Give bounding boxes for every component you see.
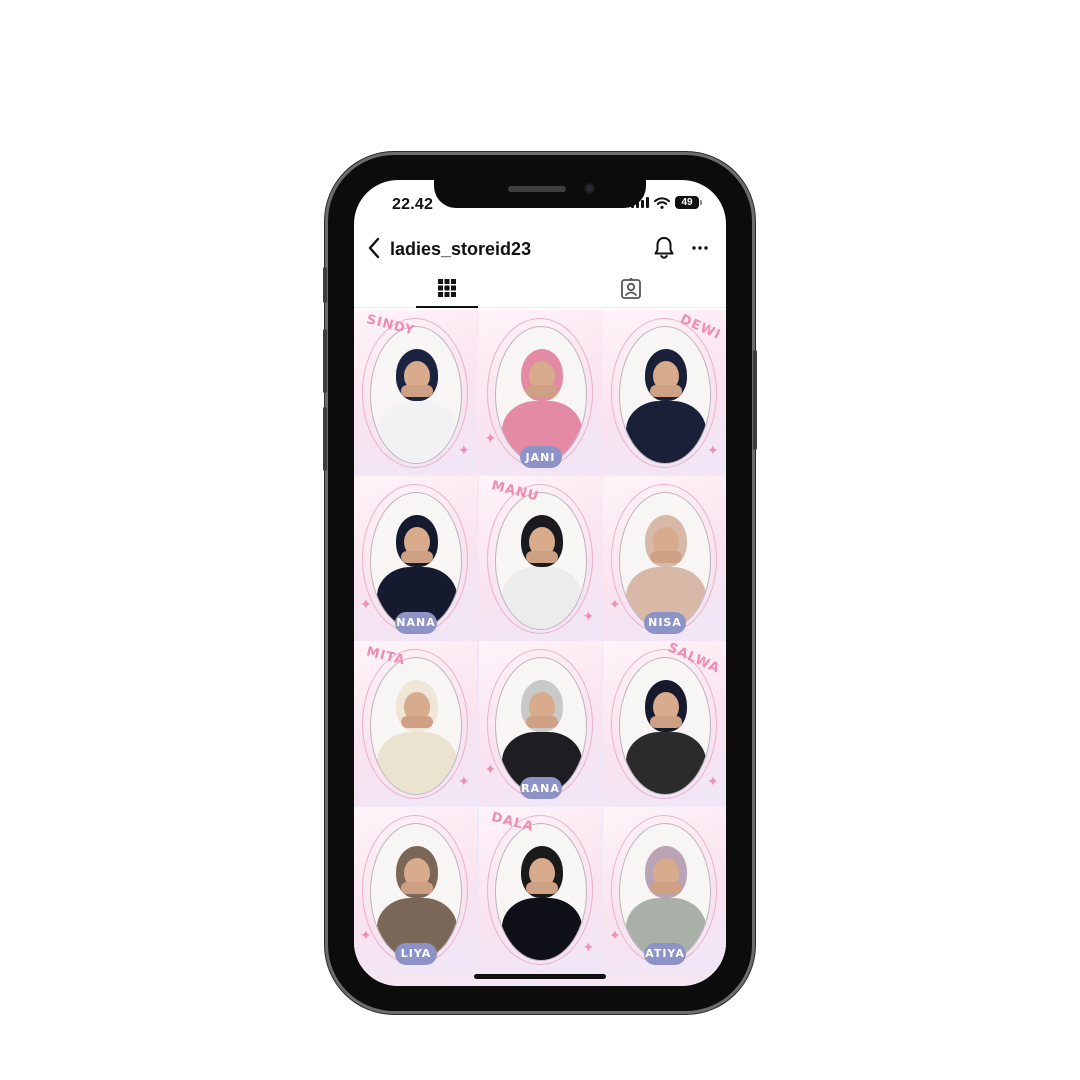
hands xyxy=(401,881,433,894)
tagged-icon xyxy=(621,278,641,299)
volume-down-button xyxy=(323,407,327,471)
post-thumbnail[interactable]: NISA ✦ xyxy=(603,475,726,640)
hands xyxy=(650,881,682,894)
sparkle-icon: ✦ xyxy=(609,595,621,612)
portrait-photo xyxy=(494,822,587,961)
speaker-grille xyxy=(508,186,566,192)
hands xyxy=(525,716,558,728)
portrait-photo xyxy=(370,822,462,961)
post-thumbnail[interactable]: ATIYA ✦ xyxy=(603,806,726,971)
portrait-photo xyxy=(619,657,711,795)
more-options-button[interactable] xyxy=(686,233,714,263)
portrait-photo xyxy=(494,657,587,795)
outfit xyxy=(377,401,457,463)
sparkle-icon: ✦ xyxy=(484,761,497,777)
post-thumbnail[interactable]: DALA ✦ xyxy=(478,806,602,971)
name-tag: NISA xyxy=(644,611,686,634)
sparkle-icon: ✦ xyxy=(360,926,372,943)
sparkle-icon: ✦ xyxy=(458,442,470,458)
bell-icon xyxy=(654,237,674,259)
tab-tagged[interactable] xyxy=(600,270,662,308)
outfit xyxy=(501,897,582,960)
back-button[interactable] xyxy=(362,234,386,262)
outfit xyxy=(626,401,706,463)
hands xyxy=(525,385,558,397)
sparkle-icon: ✦ xyxy=(484,430,497,446)
grid-icon xyxy=(438,279,456,297)
post-thumbnail[interactable]: LIYA ✦ xyxy=(354,806,477,971)
power-button xyxy=(753,350,757,450)
portrait-photo xyxy=(370,657,462,795)
post-thumbnail[interactable]: DEWI ✦ xyxy=(603,310,726,474)
sparkle-icon: ✦ xyxy=(582,607,595,624)
mute-switch xyxy=(323,267,327,303)
home-indicator[interactable] xyxy=(474,974,606,979)
volume-up-button xyxy=(323,329,327,393)
hands xyxy=(650,716,682,728)
name-tag: JANI xyxy=(519,446,562,468)
notch xyxy=(434,180,646,208)
portrait-photo xyxy=(494,326,587,464)
portrait-photo xyxy=(494,491,587,630)
profile-header: ladies_storeid23 xyxy=(354,230,726,270)
phone-screen: 22.42 49 ladies_storeid23 SINDY ✦ JANI ✦… xyxy=(354,180,726,986)
portrait-photo xyxy=(370,491,462,630)
post-thumbnail[interactable]: RANA ✦ xyxy=(478,641,602,805)
portrait-photo xyxy=(619,326,711,464)
tab-posts-grid[interactable] xyxy=(416,270,478,308)
name-tag: LIYA xyxy=(395,942,437,965)
post-thumbnail[interactable]: MANU ✦ xyxy=(478,475,602,640)
more-icon xyxy=(692,246,708,250)
back-arrow-icon xyxy=(368,237,380,259)
sparkle-icon: ✦ xyxy=(707,773,719,789)
hands xyxy=(525,550,558,563)
profile-username: ladies_storeid23 xyxy=(390,239,532,259)
post-thumbnail[interactable]: SINDY ✦ xyxy=(354,310,477,474)
notifications-button[interactable] xyxy=(650,233,678,263)
posts-grid: SINDY ✦ JANI ✦ DEWI ✦ NANA ✦ MANU ✦ NISA ✦ MITA ✦ RANA… xyxy=(354,310,726,986)
outfit xyxy=(626,732,706,794)
hands xyxy=(650,550,682,563)
outfit xyxy=(501,566,582,629)
name-tag: NANA xyxy=(395,611,437,634)
sparkle-icon: ✦ xyxy=(582,938,595,955)
portrait-photo xyxy=(619,491,711,630)
portrait-photo xyxy=(370,326,462,464)
hands xyxy=(401,550,433,563)
battery-icon: 49 xyxy=(675,196,702,209)
name-tag: RANA xyxy=(519,777,562,799)
name-tag: ATIYA xyxy=(644,942,686,965)
sparkle-icon: ✦ xyxy=(609,926,621,943)
status-time: 22.42 xyxy=(392,196,434,213)
post-thumbnail[interactable]: MITA ✦ xyxy=(354,641,477,805)
outfit xyxy=(377,732,457,794)
hands xyxy=(401,385,433,397)
sparkle-icon: ✦ xyxy=(458,773,470,789)
portrait-photo xyxy=(619,822,711,961)
post-thumbnail[interactable]: JANI ✦ xyxy=(478,310,602,474)
hands xyxy=(650,385,682,397)
phone-frame: 22.42 49 ladies_storeid23 SINDY ✦ JANI ✦… xyxy=(323,155,757,1011)
wifi-icon xyxy=(654,196,670,209)
post-thumbnail[interactable]: NANA ✦ xyxy=(354,475,477,640)
post-thumbnail[interactable]: SALWA ✦ xyxy=(603,641,726,805)
hands xyxy=(401,716,433,728)
hands xyxy=(525,881,558,894)
battery-level: 49 xyxy=(675,196,699,209)
sparkle-icon: ✦ xyxy=(707,442,719,458)
sparkle-icon: ✦ xyxy=(360,595,372,612)
front-camera xyxy=(584,183,595,194)
profile-tabs xyxy=(354,270,726,308)
